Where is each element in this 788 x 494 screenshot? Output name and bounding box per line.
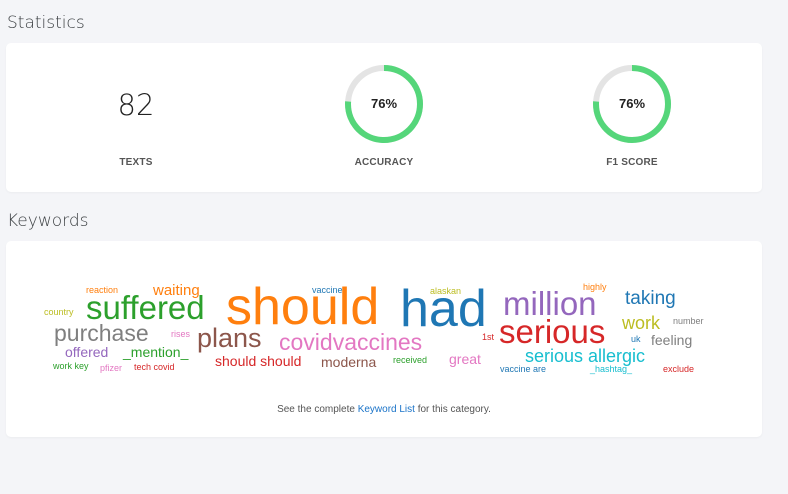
keywords-title: Keywords — [7, 211, 89, 231]
accuracy-value: 76% — [370, 96, 398, 111]
keyword[interactable]: waiting — [153, 283, 200, 298]
keyword[interactable]: alaskan — [430, 287, 461, 296]
keyword[interactable]: covidvaccines — [279, 331, 422, 354]
keyword-list-link[interactable]: Keyword List — [358, 404, 415, 415]
keywords-card: should had million serious suffered plan… — [6, 241, 762, 437]
keyword[interactable]: exclude — [663, 365, 694, 374]
keyword[interactable]: _mention_ — [123, 345, 188, 359]
keyword[interactable]: vaccine are — [500, 365, 546, 374]
statistics-title: Statistics — [7, 13, 85, 33]
keyword[interactable]: serious allergic — [525, 347, 645, 365]
keyword[interactable]: should should — [215, 354, 301, 368]
keyword[interactable]: pfizer — [100, 364, 122, 373]
keyword[interactable]: offered — [65, 345, 108, 359]
texts-count: 82 — [117, 88, 155, 122]
keyword[interactable]: 1st — [482, 333, 494, 342]
keyword[interactable]: number — [673, 317, 704, 326]
keyword[interactable]: vaccine — [312, 286, 343, 295]
statistics-card: 82 TEXTS 76% ACCURACY 76% F1 SCORE — [6, 43, 762, 192]
keyword[interactable]: highly — [583, 283, 607, 292]
keyword[interactable]: work — [622, 314, 660, 332]
keyword[interactable]: work key — [53, 362, 89, 371]
keyword[interactable]: uk — [631, 335, 641, 344]
texts-label: TEXTS — [119, 157, 153, 168]
keyword[interactable]: reaction — [86, 286, 118, 295]
footer-suffix: for this category. — [414, 404, 491, 415]
keyword-list-note: See the complete Keyword List for this c… — [6, 404, 762, 415]
keyword[interactable]: moderna — [321, 355, 376, 369]
keyword[interactable]: great — [449, 352, 481, 366]
footer-prefix: See the complete — [277, 404, 358, 415]
keyword[interactable]: country — [44, 308, 74, 317]
keyword[interactable]: serious — [499, 315, 605, 348]
f1-label: F1 SCORE — [606, 157, 658, 168]
keyword[interactable]: plans — [197, 325, 262, 352]
keyword[interactable]: rises — [171, 330, 190, 339]
keyword[interactable]: _hashtag_ — [590, 365, 632, 374]
keyword[interactable]: tech covid — [134, 363, 175, 372]
f1-value: 76% — [618, 96, 646, 111]
keyword[interactable]: feeling — [651, 333, 692, 347]
keyword[interactable]: taking — [625, 289, 676, 308]
keyword[interactable]: received — [393, 356, 427, 365]
accuracy-label: ACCURACY — [354, 157, 414, 168]
keyword[interactable]: purchase — [54, 322, 149, 345]
